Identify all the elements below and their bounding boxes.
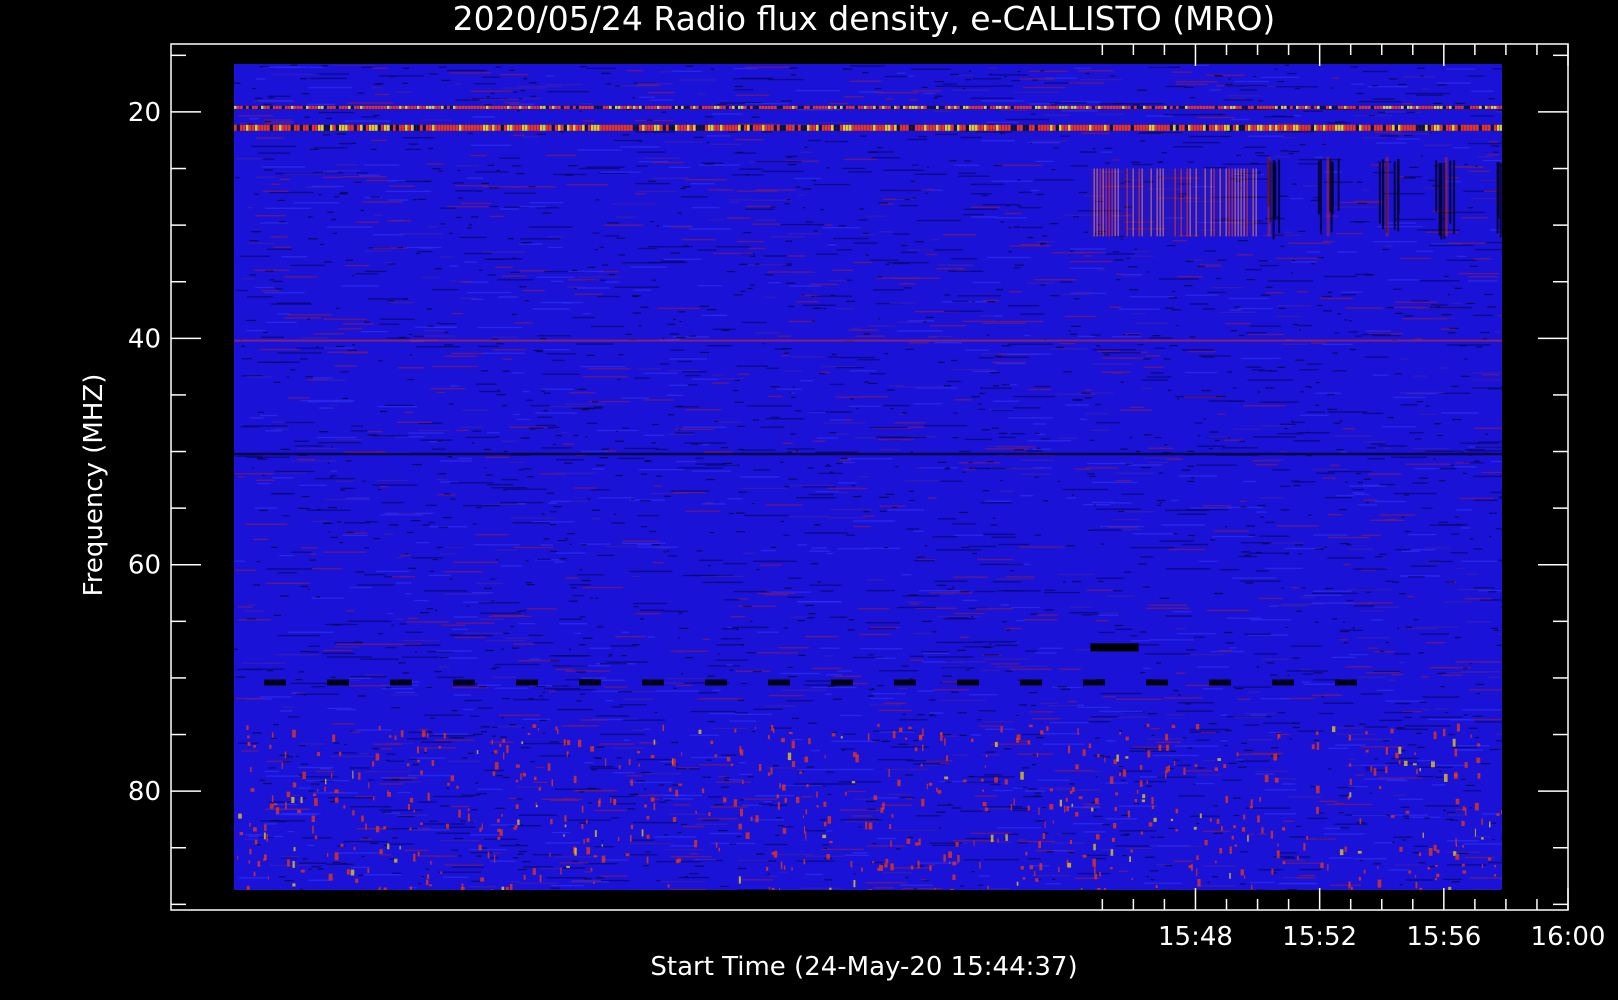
x-tick-label: 15:52: [1282, 922, 1357, 952]
y-tick-label: 40: [128, 324, 161, 354]
feature-bright-band-0: [234, 105, 1502, 109]
x-tick-label: 16:00: [1531, 922, 1606, 952]
y-tick-label: 20: [128, 98, 161, 128]
y-axis-label: Frequency (MHZ): [79, 374, 109, 597]
spectrogram-chart: 2020/05/24 Radio flux density, e-CALLIST…: [0, 0, 1618, 1000]
heatmap-data-area: [234, 64, 1502, 890]
feature-dark-band-5: [234, 452, 1502, 456]
y-tick-label: 80: [128, 777, 161, 807]
chart-title: 2020/05/24 Radio flux density, e-CALLIST…: [453, 0, 1276, 38]
feature-dark-segment-7: [1090, 643, 1139, 652]
x-tick-label: 15:48: [1158, 922, 1233, 952]
feature-weak-band-4: [234, 339, 1502, 342]
y-tick-label: 60: [128, 551, 161, 581]
x-axis-label: Start Time (24-May-20 15:44:37): [650, 952, 1077, 982]
x-tick-label: 15:56: [1406, 922, 1481, 952]
feature-bright-band-1: [234, 124, 1502, 131]
